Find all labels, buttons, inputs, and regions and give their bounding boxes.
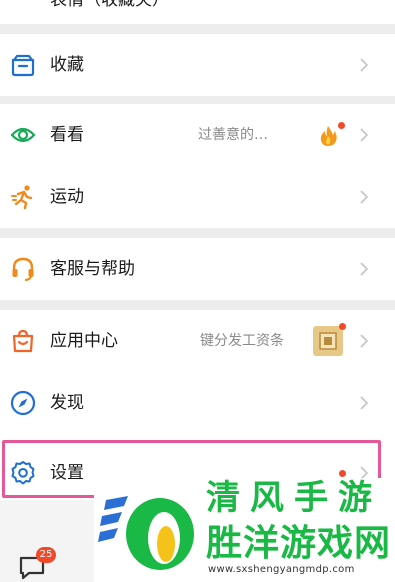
row-support-label: 客服与帮助 <box>50 259 135 279</box>
row-appcenter-subtitle: 键分发工资条 <box>200 333 284 349</box>
settings-group-discover: 看看 过善意的… 运动 <box>0 104 395 228</box>
watermark-logo <box>98 496 194 570</box>
row-sports-label: 运动 <box>50 187 84 207</box>
settings-group-support: 客服与帮助 <box>0 238 395 300</box>
chevron-right-icon <box>360 128 369 142</box>
settings-group-favorites: 收藏 <box>0 34 395 96</box>
watermark-url: www.sxshengyangmdp.com <box>208 564 355 575</box>
watermark-top-text: 清风手游 <box>206 478 382 518</box>
chevron-right-icon <box>360 58 369 72</box>
settings-group-top: 表情（收藏夹） <box>0 0 395 24</box>
row-appcenter[interactable]: 应用中心 键分发工资条 <box>0 310 395 372</box>
watermark: 清风手游 胜洋游戏网 www.sxshengyangmdp.com <box>94 478 395 582</box>
chevron-right-icon <box>360 334 369 348</box>
row-kankan-label: 看看 <box>50 125 84 145</box>
fire-icon <box>320 126 337 146</box>
app-thumbnail-icon <box>313 326 343 356</box>
chevron-right-icon <box>360 262 369 276</box>
kankan-new-dot <box>338 122 345 129</box>
row-support[interactable]: 客服与帮助 <box>0 238 395 300</box>
sports-runner-icon <box>11 185 33 210</box>
row-favorites-label: 收藏 <box>50 55 84 75</box>
headset-icon <box>12 257 34 281</box>
chevron-right-icon <box>360 396 369 410</box>
watermark-brand: 胜洋游戏网 <box>206 523 392 564</box>
row-favorites[interactable]: 收藏 <box>0 34 395 96</box>
chevron-right-icon <box>360 190 369 204</box>
row-sports[interactable]: 运动 <box>0 166 395 228</box>
kankan-eye-icon <box>10 127 36 143</box>
row-partial-top[interactable]: 表情（收藏夹） <box>0 0 395 31</box>
row-discover-label: 发现 <box>50 393 84 413</box>
appcenter-new-dot <box>339 323 346 330</box>
favorites-folder-icon <box>11 54 35 77</box>
row-appcenter-label: 应用中心 <box>50 331 118 351</box>
message-count-badge: 25 <box>36 547 56 563</box>
compass-icon <box>10 390 36 416</box>
row-kankan-subtitle: 过善意的… <box>198 127 268 143</box>
shopping-bag-icon <box>12 329 34 353</box>
row-partial-top-label: 表情（收藏夹） <box>50 0 169 10</box>
row-discover[interactable]: 发现 <box>0 372 395 434</box>
row-kankan[interactable]: 看看 过善意的… <box>0 104 395 166</box>
